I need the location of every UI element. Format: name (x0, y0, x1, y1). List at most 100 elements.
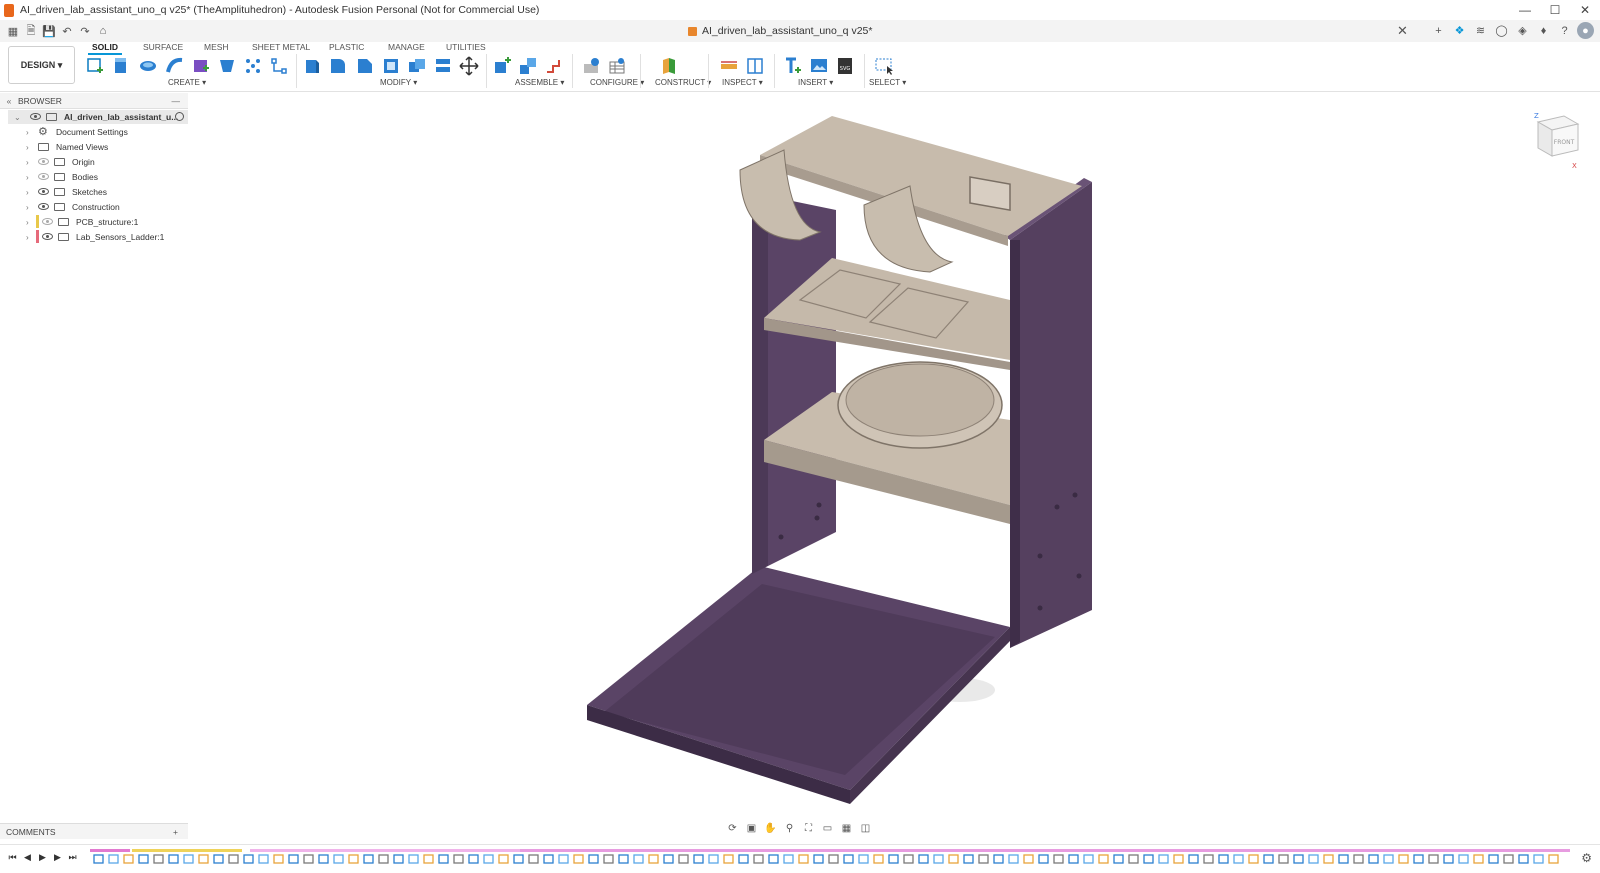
workspace-switcher[interactable]: DESIGN ▾ (8, 46, 75, 84)
press-pull-tool[interactable] (301, 55, 323, 77)
go-to-start-icon[interactable]: ⏮ (8, 852, 17, 862)
timeline-settings-gear-icon[interactable]: ⚙ (1581, 851, 1592, 865)
zoom-icon[interactable]: ⚲ (782, 822, 797, 835)
timeline-feature-icon[interactable] (513, 854, 524, 864)
timeline-feature-icon[interactable] (1398, 854, 1409, 864)
timeline-feature-icon[interactable] (138, 854, 149, 864)
user-avatar-icon[interactable]: ● (1577, 22, 1594, 39)
close-window-icon[interactable]: ✕ (1570, 0, 1600, 20)
timeline-feature-icon[interactable] (798, 854, 809, 864)
insert-menu[interactable]: INSERT ▾ (798, 78, 833, 87)
tab-utilities[interactable]: UTILITIES (446, 42, 486, 52)
comments-panel[interactable]: COMMENTS + (0, 823, 188, 839)
timeline-feature-icon[interactable] (438, 854, 449, 864)
timeline-feature-icon[interactable] (1503, 854, 1514, 864)
timeline-feature-icon[interactable] (588, 854, 599, 864)
timeline-feature-icon[interactable] (1548, 854, 1559, 864)
timeline-feature-icon[interactable] (1143, 854, 1154, 864)
play-icon[interactable]: ▶ (38, 852, 47, 862)
timeline-feature-icon[interactable] (993, 854, 1004, 864)
timeline-feature-icon[interactable] (1233, 854, 1244, 864)
timeline-feature-track[interactable] (90, 849, 1570, 865)
timeline-feature-icon[interactable] (1413, 854, 1424, 864)
tab-manage[interactable]: MANAGE (388, 42, 425, 52)
timeline-feature-icon[interactable] (303, 854, 314, 864)
timeline-feature-icon[interactable] (888, 854, 899, 864)
timeline-feature-icon[interactable] (963, 854, 974, 864)
timeline-feature-icon[interactable] (1023, 854, 1034, 864)
timeline-feature-icon[interactable] (393, 854, 404, 864)
timeline-feature-icon[interactable] (408, 854, 419, 864)
new-component-tool[interactable] (491, 55, 513, 77)
orbit-icon[interactable]: ⟳ (725, 822, 740, 835)
timeline-feature-icon[interactable] (468, 854, 479, 864)
sweep-tool[interactable] (164, 55, 186, 77)
extensions-icon[interactable]: ❖ (1451, 22, 1468, 39)
fit-icon[interactable]: ⛶ (801, 822, 816, 835)
go-to-end-icon[interactable]: ⏭ (68, 852, 77, 862)
timeline-feature-icon[interactable] (1278, 854, 1289, 864)
rib-tool[interactable] (216, 55, 238, 77)
timeline-feature-icon[interactable] (1173, 854, 1184, 864)
modify-menu[interactable]: MODIFY ▾ (380, 78, 417, 87)
fillet-tool[interactable] (327, 55, 349, 77)
timeline-feature-icon[interactable] (228, 854, 239, 864)
insert-derive-tool[interactable] (782, 55, 804, 77)
undo-icon[interactable]: ↶ (58, 25, 76, 38)
timeline-feature-icon[interactable] (1383, 854, 1394, 864)
timeline-feature-icon[interactable] (1458, 854, 1469, 864)
display-settings-icon[interactable]: ▭ (820, 822, 835, 835)
timeline-feature-icon[interactable] (783, 854, 794, 864)
timeline-feature-icon[interactable] (423, 854, 434, 864)
timeline-feature-icon[interactable] (1248, 854, 1259, 864)
timeline-feature-icon[interactable] (1293, 854, 1304, 864)
timeline-feature-icon[interactable] (1218, 854, 1229, 864)
loft-tool[interactable] (190, 55, 212, 77)
timeline-feature-icon[interactable] (873, 854, 884, 864)
timeline-feature-icon[interactable] (843, 854, 854, 864)
timeline-feature-icon[interactable] (153, 854, 164, 864)
timeline-feature-icon[interactable] (723, 854, 734, 864)
create-menu[interactable]: CREATE ▾ (168, 78, 206, 87)
timeline-feature-icon[interactable] (738, 854, 749, 864)
timeline-feature-icon[interactable] (1533, 854, 1544, 864)
left-upright[interactable] (752, 196, 836, 574)
help-icon[interactable]: ? (1556, 22, 1573, 39)
timeline-feature-icon[interactable] (183, 854, 194, 864)
timeline-feature-icon[interactable] (978, 854, 989, 864)
timeline-feature-icon[interactable] (1158, 854, 1169, 864)
tab-solid[interactable]: SOLID (88, 42, 122, 55)
configure-menu[interactable]: CONFIGURE ▾ (590, 78, 644, 87)
timeline-feature-icon[interactable] (903, 854, 914, 864)
timeline-feature-icon[interactable] (948, 854, 959, 864)
split-body-tool[interactable] (432, 55, 454, 77)
timeline-feature-icon[interactable] (1068, 854, 1079, 864)
timeline-feature-icon[interactable] (828, 854, 839, 864)
inspect-menu[interactable]: INSPECT ▾ (722, 78, 763, 87)
job-status-icon[interactable]: ≋ (1472, 22, 1489, 39)
move-copy-tool[interactable] (458, 55, 480, 77)
file-menu-icon[interactable]: 🗎 (22, 22, 40, 41)
timeline-feature-icon[interactable] (708, 854, 719, 864)
timeline-feature-icon[interactable] (543, 854, 554, 864)
timeline-feature-icon[interactable] (573, 854, 584, 864)
timeline-feature-icon[interactable] (168, 854, 179, 864)
timeline-feature-icon[interactable] (1428, 854, 1439, 864)
timeline-feature-icon[interactable] (483, 854, 494, 864)
timeline-feature-icon[interactable] (1053, 854, 1064, 864)
timeline-feature-icon[interactable] (618, 854, 629, 864)
tab-surface[interactable]: SURFACE (143, 42, 183, 52)
grid-menu-icon[interactable]: ▦ (4, 25, 22, 38)
timeline-feature-icon[interactable] (693, 854, 704, 864)
timeline-feature-icon[interactable] (288, 854, 299, 864)
offset-plane-tool[interactable] (658, 55, 680, 77)
maximize-icon[interactable]: ☐ (1540, 0, 1570, 20)
timeline-feature-icon[interactable] (1353, 854, 1364, 864)
timeline-feature-icon[interactable] (753, 854, 764, 864)
home-icon[interactable]: ⌂ (94, 25, 112, 37)
timeline-feature-icon[interactable] (108, 854, 119, 864)
timeline-feature-icon[interactable] (498, 854, 509, 864)
new-tab-icon[interactable]: + (1430, 22, 1447, 39)
insert-svg-tool[interactable]: SVG (834, 55, 856, 77)
select-menu[interactable]: SELECT ▾ (869, 78, 906, 87)
